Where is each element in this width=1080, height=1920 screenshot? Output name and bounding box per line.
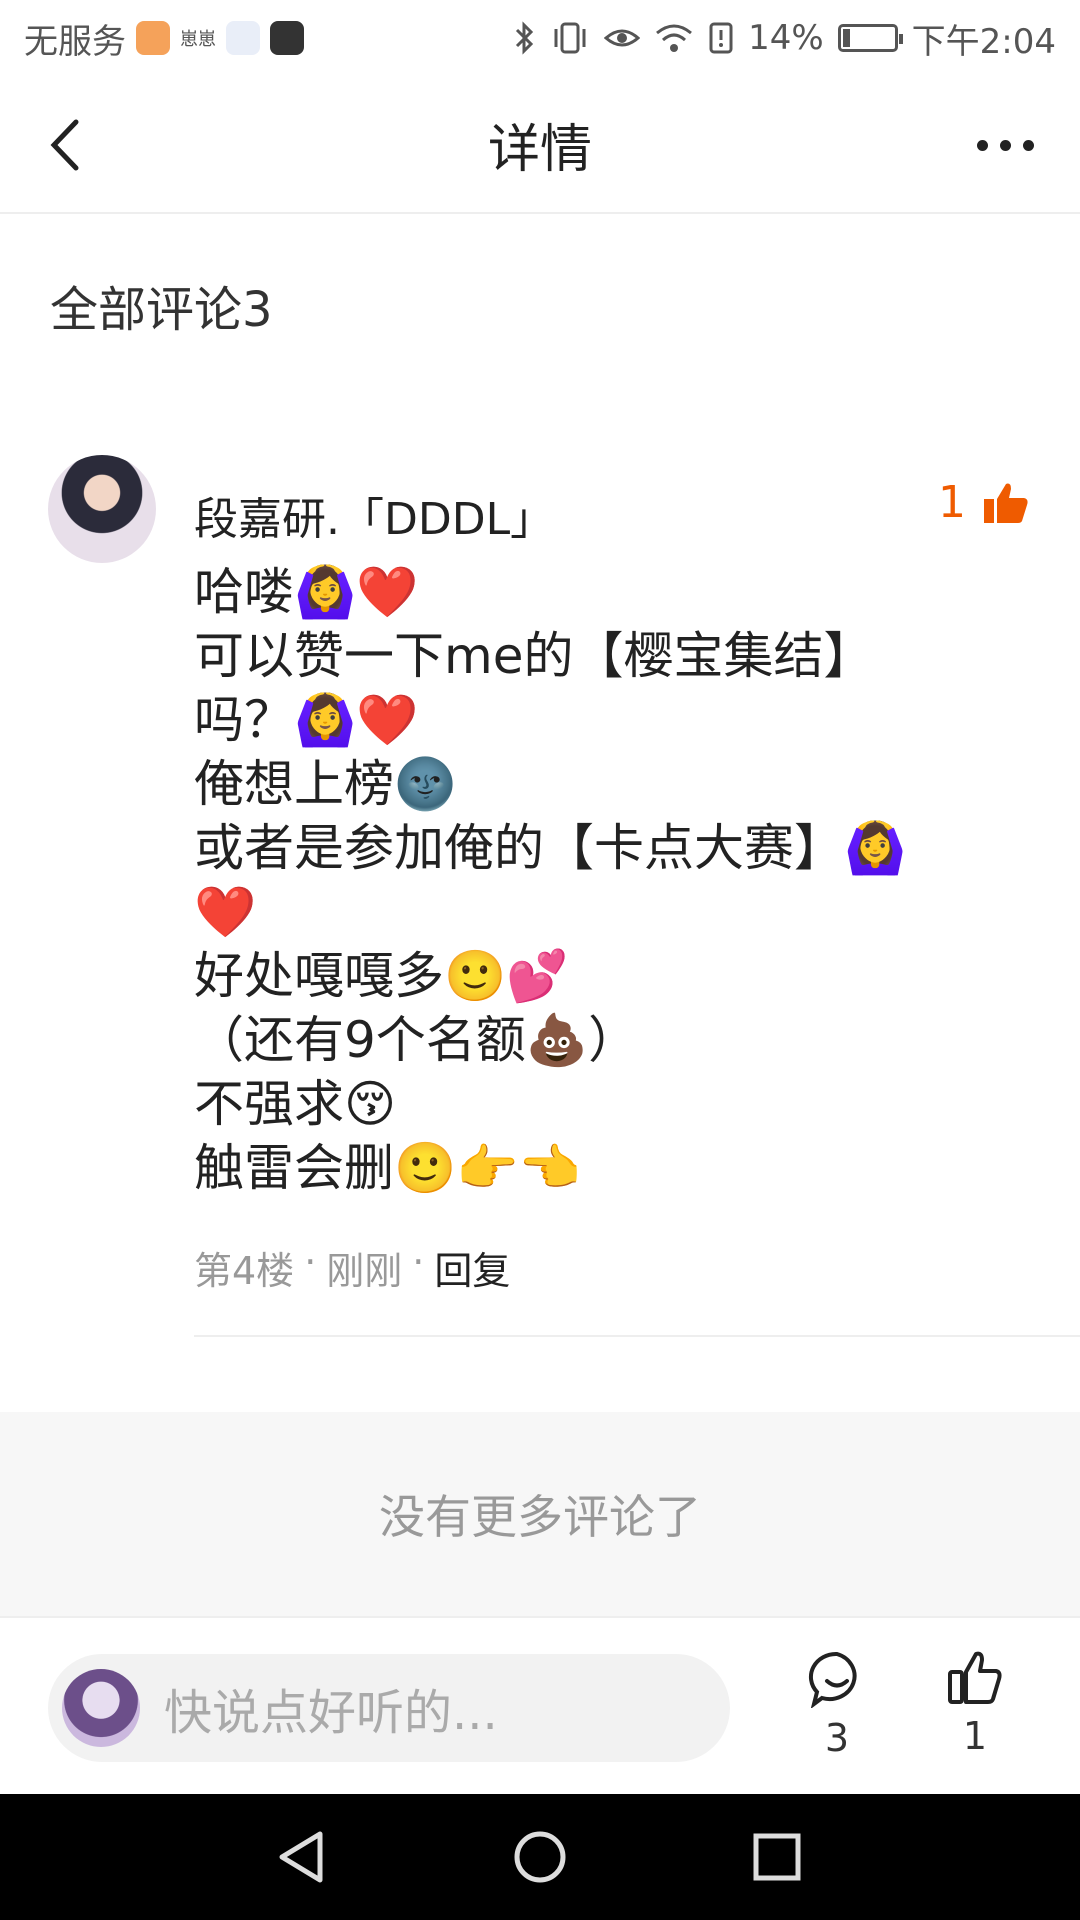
more-dot-icon — [1022, 139, 1034, 151]
status-right: 14% 下午2:04 — [514, 14, 1056, 63]
likes-count: 1 — [962, 1714, 988, 1758]
comment-input[interactable]: 快说点好听的... — [48, 1654, 730, 1762]
meta-separator: · — [412, 1240, 425, 1284]
capcut-icon — [270, 21, 304, 55]
wifi-icon — [656, 24, 693, 52]
comment-line: 好处嘎嘎多🙂💕 — [194, 947, 569, 1005]
back-button[interactable] — [30, 110, 100, 180]
vibrate-icon — [554, 22, 586, 54]
nav-recents-icon[interactable] — [744, 1824, 810, 1890]
floor-number: 第4楼 — [194, 1249, 295, 1293]
nav-home-icon[interactable] — [507, 1824, 573, 1890]
comment-divider — [194, 1335, 1080, 1337]
comment-input-placeholder: 快说点好听的... — [164, 1685, 498, 1741]
comment-input-bar: 快说点好听的... 3 1 — [0, 1616, 1080, 1794]
comments-button[interactable]: 3 — [782, 1650, 892, 1760]
battery-icon — [837, 24, 903, 52]
app-notification-icon — [136, 21, 170, 55]
status-left: 无服务 崽崽 — [24, 14, 304, 63]
comment-time: 刚刚 — [326, 1249, 403, 1293]
thumbs-up-icon — [948, 1651, 1002, 1704]
comments-count: 3 — [824, 1716, 850, 1760]
comment-line: 触雷会删🙂👉👈 — [194, 1139, 581, 1197]
app-notification-label: 崽崽 — [180, 29, 216, 50]
comment-line: 俺想上榜🌚 — [194, 755, 457, 813]
battery-percent: 14% — [748, 18, 824, 58]
comment-line: （还有9个名额💩） — [194, 1011, 639, 1069]
comment-meta: 第4楼 · 刚刚 · 回复 — [194, 1240, 510, 1295]
clock: 下午2:04 — [911, 21, 1056, 62]
commenter-avatar[interactable] — [48, 455, 156, 563]
no-more-comments: 没有更多评论了 — [0, 1412, 1080, 1616]
commenter-username[interactable]: 段嘉研.「DDDL」 — [194, 483, 554, 547]
back-arrow-icon — [50, 119, 79, 171]
reply-button[interactable]: 回复 — [434, 1240, 510, 1295]
nav-back-icon[interactable] — [270, 1824, 336, 1890]
more-options-button[interactable] — [960, 110, 1050, 180]
all-comments-title: 全部评论3 — [50, 282, 273, 338]
system-navigation-bar — [0, 1794, 1080, 1920]
page-title: 详情 — [487, 119, 592, 180]
more-dot-icon — [999, 139, 1011, 151]
comment-text: 哈喽🙆‍♀️❤️ 可以赞一下me的【樱宝集结】 吗？🙆‍♀️❤️ 俺想上榜🌚 或… — [194, 560, 1034, 1200]
comment-like-button[interactable]: 1 — [938, 477, 1030, 528]
thumbs-up-filled-icon — [984, 483, 1028, 523]
meta-separator: · — [304, 1240, 317, 1284]
comment-line: 吗？🙆‍♀️❤️ — [194, 691, 419, 749]
comment-line: 哈喽🙆‍♀️❤️ — [194, 563, 419, 621]
status-bar: 无服务 崽崽 14% 下午2:04 — [0, 0, 1080, 76]
comment-line: 可以赞一下me的【樱宝集结】 — [194, 627, 874, 685]
comment-like-count: 1 — [938, 477, 966, 528]
alert-icon — [709, 22, 733, 54]
baidu-icon — [226, 21, 260, 55]
bluetooth-icon — [516, 21, 534, 55]
eye-icon — [604, 29, 641, 47]
comment-bubble-icon — [808, 1651, 857, 1709]
like-button[interactable]: 1 — [920, 1650, 1030, 1758]
carrier-text: 无服务 — [24, 21, 126, 62]
comment-line: 或者是参加俺的【卡点大赛】🙆‍♀️ — [194, 819, 907, 877]
comment-line: 不强求😚 — [194, 1075, 397, 1133]
my-avatar — [62, 1669, 140, 1747]
top-app-bar: 详情 — [0, 76, 1080, 214]
comment-line: ❤️ — [194, 883, 257, 941]
more-dot-icon — [976, 139, 988, 151]
